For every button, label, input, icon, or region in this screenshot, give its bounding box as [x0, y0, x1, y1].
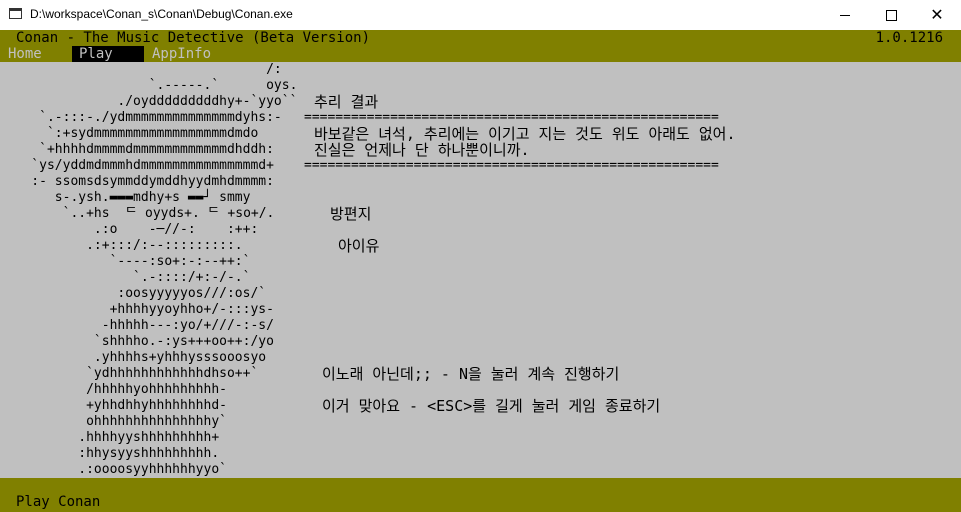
minimize-button[interactable]: [822, 0, 868, 30]
console-area: Conan - The Music Detective (Beta Versio…: [0, 30, 961, 512]
nav-item-appinfo[interactable]: AppInfo: [152, 46, 211, 62]
close-icon: ✕: [930, 5, 944, 24]
close-button[interactable]: ✕: [914, 0, 960, 30]
app-title: Conan - The Music Detective (Beta Versio…: [16, 30, 371, 46]
option-quit: 이거 맞아요 - <ESC>를 길게 눌러 게임 종료하기: [322, 397, 661, 415]
result-line-1: 바보같은 녀석, 추리에는 이기고 지는 것도 위도 아래도 없어.: [314, 125, 736, 143]
minimize-icon: [840, 14, 850, 16]
console-app-icon: [9, 8, 22, 19]
app-header: Conan - The Music Detective (Beta Versio…: [0, 30, 961, 62]
option-next: 이노래 아닌데;; - N을 눌러 계속 진행하기: [322, 365, 620, 383]
status-text: Play Conan: [16, 494, 101, 510]
maximize-icon: [885, 9, 897, 21]
version-label: 1.0.1216: [875, 30, 943, 46]
nav-item-play[interactable]: Play: [72, 46, 144, 62]
window-titlebar: D:\workspace\Conan_s\Conan\Debug\Conan.e…: [0, 0, 961, 31]
ascii-art-portrait: /: `.-----.` oys. ./oydddddddddhy+-`yyo`…: [31, 62, 298, 477]
result-separator-top: ========================================…: [304, 110, 719, 125]
song-artist: 아이유: [338, 237, 380, 255]
result-line-2: 진실은 언제나 단 하나뿐이니까.: [314, 141, 530, 159]
nav-menu: Home Play AppInfo: [0, 46, 961, 62]
window-title: D:\workspace\Conan_s\Conan\Debug\Conan.e…: [30, 7, 293, 21]
status-bar: Play Conan: [0, 478, 961, 512]
maximize-button[interactable]: [868, 0, 914, 30]
result-separator-bottom: ========================================…: [304, 158, 719, 173]
result-heading: 추리 결과: [314, 93, 379, 111]
nav-item-home[interactable]: Home: [8, 46, 42, 62]
song-title: 방편지: [330, 205, 372, 223]
